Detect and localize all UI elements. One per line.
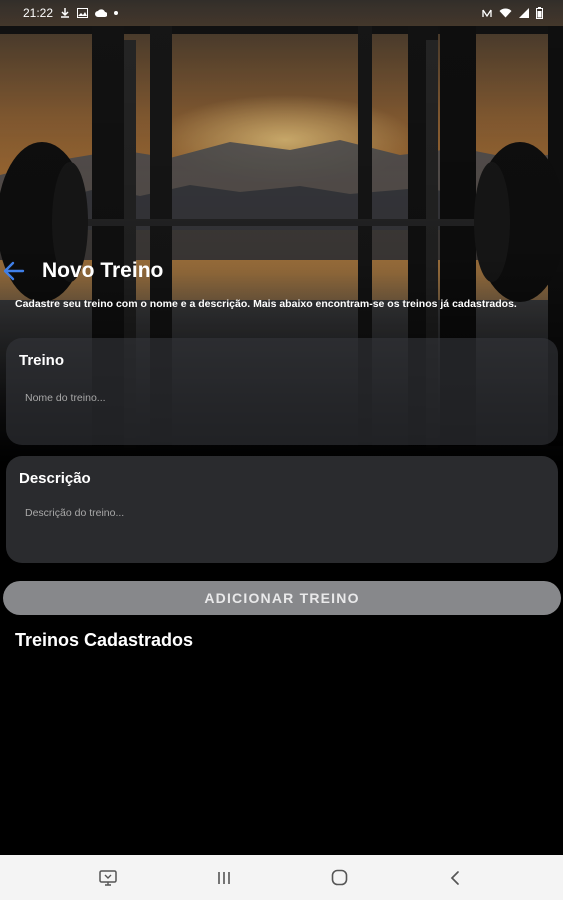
cloud-icon (95, 9, 108, 17)
treinos-cadastrados-title: Treinos Cadastrados (15, 630, 194, 650)
system-back-button[interactable] (425, 858, 485, 898)
navigation-bar (0, 855, 563, 900)
treino-card: Treino (6, 338, 558, 445)
treino-name-input[interactable] (25, 388, 535, 408)
status-right (482, 7, 543, 19)
descricao-card: Descrição (6, 456, 558, 563)
download-icon (61, 8, 70, 18)
wifi-icon (499, 8, 512, 18)
signal-icon (519, 8, 529, 18)
screen-button[interactable] (78, 858, 138, 898)
intro-text: Cadastre seu treino com o nome e a descr… (15, 298, 517, 310)
descricao-input[interactable] (25, 503, 535, 523)
status-left: 21:22 (23, 6, 119, 20)
page-title: Novo Treino (42, 259, 164, 282)
image-icon (77, 8, 89, 18)
status-time: 21:22 (23, 6, 54, 20)
screen-icon (99, 869, 117, 886)
nfc-icon (482, 9, 492, 18)
back-icon (450, 870, 459, 885)
recent-apps-icon (217, 871, 230, 884)
add-treino-button[interactable]: ADICIONAR TREINO (3, 581, 561, 615)
home-button[interactable] (309, 858, 369, 898)
recent-apps-button[interactable] (194, 858, 254, 898)
status-bar: 21:22 (0, 0, 563, 26)
descricao-label: Descrição (19, 470, 91, 487)
dot-icon (114, 11, 119, 15)
treino-label: Treino (19, 352, 65, 369)
app-header: Novo Treino (0, 252, 563, 290)
back-button[interactable] (0, 252, 36, 290)
battery-icon (536, 7, 543, 19)
arrow-left-icon (3, 261, 25, 281)
home-icon (331, 869, 348, 886)
